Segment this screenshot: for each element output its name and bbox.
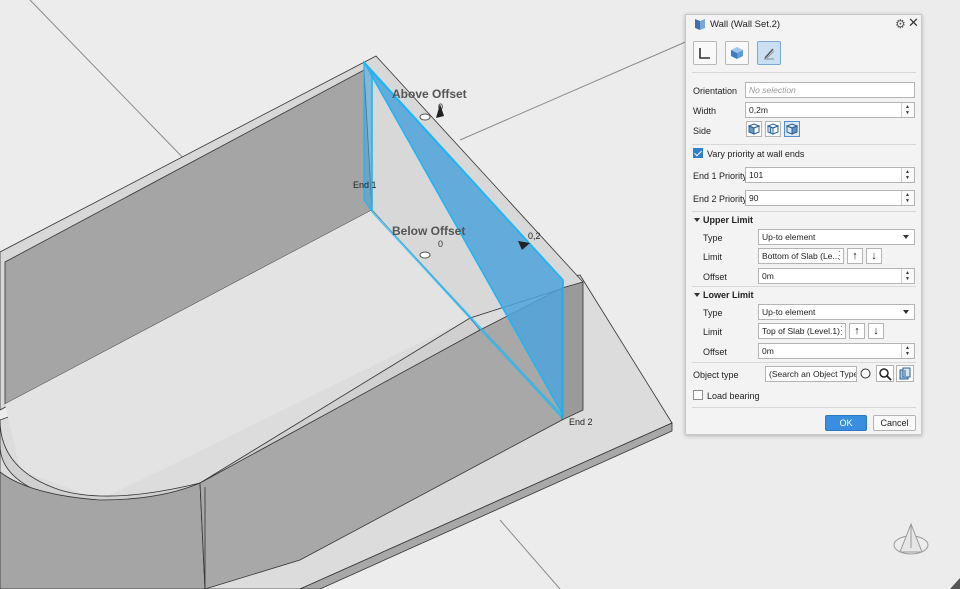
mode-solid-button[interactable] [725,41,749,65]
upper-limit-field[interactable]: Bottom of Slab (Le... · · · [758,248,844,264]
ok-button[interactable]: OK [825,415,867,431]
mode-sketch-button[interactable] [757,41,781,65]
dialog-title: Wall (Wall Set.2) [710,19,781,30]
lower-limit-title: Lower Limit [703,290,754,300]
below-offset-label: Below Offset [392,224,465,238]
lower-type-label: Type [703,308,723,318]
upper-limit-title: Upper Limit [703,215,754,225]
upper-limit-header[interactable]: Upper Limit [694,215,753,225]
upper-limit-down-button[interactable]: ↓ [866,248,882,264]
divider [692,362,916,363]
divider [692,211,916,212]
upper-type-value: Up-to element [762,232,816,242]
lower-limit-value: Top of Slab (Level.1) [762,326,840,336]
arrow-up-icon: ↑ [852,250,858,262]
lower-limit-field[interactable]: Top of Slab (Level.1) · · · [758,323,846,339]
lower-offset-label: Offset [703,347,727,357]
width-value: 0,2m [749,105,768,115]
lower-limit-down-button[interactable]: ↓ [868,323,884,339]
collapse-triangle-icon [694,293,700,297]
upper-limit-value: Bottom of Slab (Le... [762,251,840,261]
profile-icon [699,48,710,59]
lower-limit-up-button[interactable]: ↑ [849,323,865,339]
arrow-down-icon: ↓ [873,325,879,337]
side-label: Side [693,126,712,136]
vary-priority-checkbox[interactable] [693,148,703,158]
dialog-titlebar[interactable]: Wall (Wall Set.2) ⚙ ✕ [686,15,921,34]
divider [692,144,916,145]
wall-dialog: Wall (Wall Set.2) ⚙ ✕ Orientation No sel… [685,14,922,435]
orientation-placeholder: No selection [749,85,796,95]
arrow-down-icon: ↓ [871,250,877,262]
lower-limit-header[interactable]: Lower Limit [694,290,754,300]
side-center-icon [767,123,779,135]
vary-priority-label: Vary priority at wall ends [707,149,805,159]
width-value-label: 0,2 [528,231,541,241]
search-icon [879,368,892,381]
lower-limit-label: Limit [703,327,723,337]
divider [692,407,916,408]
close-icon[interactable]: ✕ [908,16,919,30]
object-type-label: Object type [693,370,739,380]
above-offset-label: Above Offset [392,87,467,101]
end1-priority-value: 101 [749,170,764,180]
lower-offset-value: 0m [762,346,774,356]
wall-icon [695,19,705,30]
lower-offset-spinner[interactable]: ▲ ▼ [901,344,914,358]
side-left-button[interactable] [746,121,762,137]
above-offset-value: 0 [438,102,443,112]
circle-radio-icon[interactable] [860,368,871,379]
end1-label: End 1 [353,180,377,190]
divider [692,72,916,73]
upper-limit-up-button[interactable]: ↑ [847,248,863,264]
upper-offset-value: 0m [762,271,774,281]
solid-cube-icon [731,47,743,59]
end2-priority-label: End 2 Priority [693,194,748,204]
side-right-button[interactable] [784,121,800,137]
end1-priority-spinner[interactable]: ▲ ▼ [901,168,914,182]
end1-priority-label: End 1 Priority [693,171,748,181]
cancel-button[interactable]: Cancel [873,415,916,431]
end2-label: End 2 [569,417,593,427]
upper-offset-field[interactable]: 0m ▲ ▼ [758,268,915,284]
chevron-down-icon [903,235,909,239]
more-options-icon[interactable]: · · · [840,324,843,338]
load-bearing-checkbox[interactable] [693,390,703,400]
mode-profile-button[interactable] [693,41,717,65]
more-options-icon[interactable]: · · · [838,249,841,263]
arrow-up-icon: ↑ [854,325,860,337]
collapse-triangle-icon [694,218,700,222]
orientation-field[interactable]: No selection [745,82,915,98]
side-right-icon [786,123,798,135]
object-type-value: (Search an Object Type) [769,369,857,379]
upper-type-label: Type [703,233,723,243]
gear-icon[interactable]: ⚙ [895,17,906,31]
sketch-pencil-icon [764,48,775,60]
search-button[interactable] [876,365,894,382]
upper-offset-spinner[interactable]: ▲ ▼ [901,269,914,283]
catalog-button[interactable] [896,365,914,382]
side-left-icon [748,123,760,135]
upper-offset-label: Offset [703,272,727,282]
catalog-book-icon [899,367,911,380]
lower-type-select[interactable]: Up-to element [758,304,915,320]
end2-priority-field[interactable]: 90 ▲ ▼ [745,190,915,206]
end1-priority-field[interactable]: 101 ▲ ▼ [745,167,915,183]
side-center-button[interactable] [765,121,781,137]
below-offset-value: 0 [438,239,443,249]
orientation-label: Orientation [693,86,738,96]
chevron-down-icon [903,310,909,314]
width-label: Width [693,106,717,116]
upper-type-select[interactable]: Up-to element [758,229,915,245]
object-type-search-field[interactable]: (Search an Object Type) [765,366,857,382]
load-bearing-label: Load bearing [707,391,760,401]
end2-priority-value: 90 [749,193,759,203]
lower-type-value: Up-to element [762,307,816,317]
divider [692,286,916,287]
end2-priority-spinner[interactable]: ▲ ▼ [901,191,914,205]
width-field[interactable]: 0,2m ▲ ▼ [745,102,915,118]
lower-offset-field[interactable]: 0m ▲ ▼ [758,343,915,359]
upper-limit-label: Limit [703,252,723,262]
width-spinner[interactable]: ▲ ▼ [901,103,914,117]
